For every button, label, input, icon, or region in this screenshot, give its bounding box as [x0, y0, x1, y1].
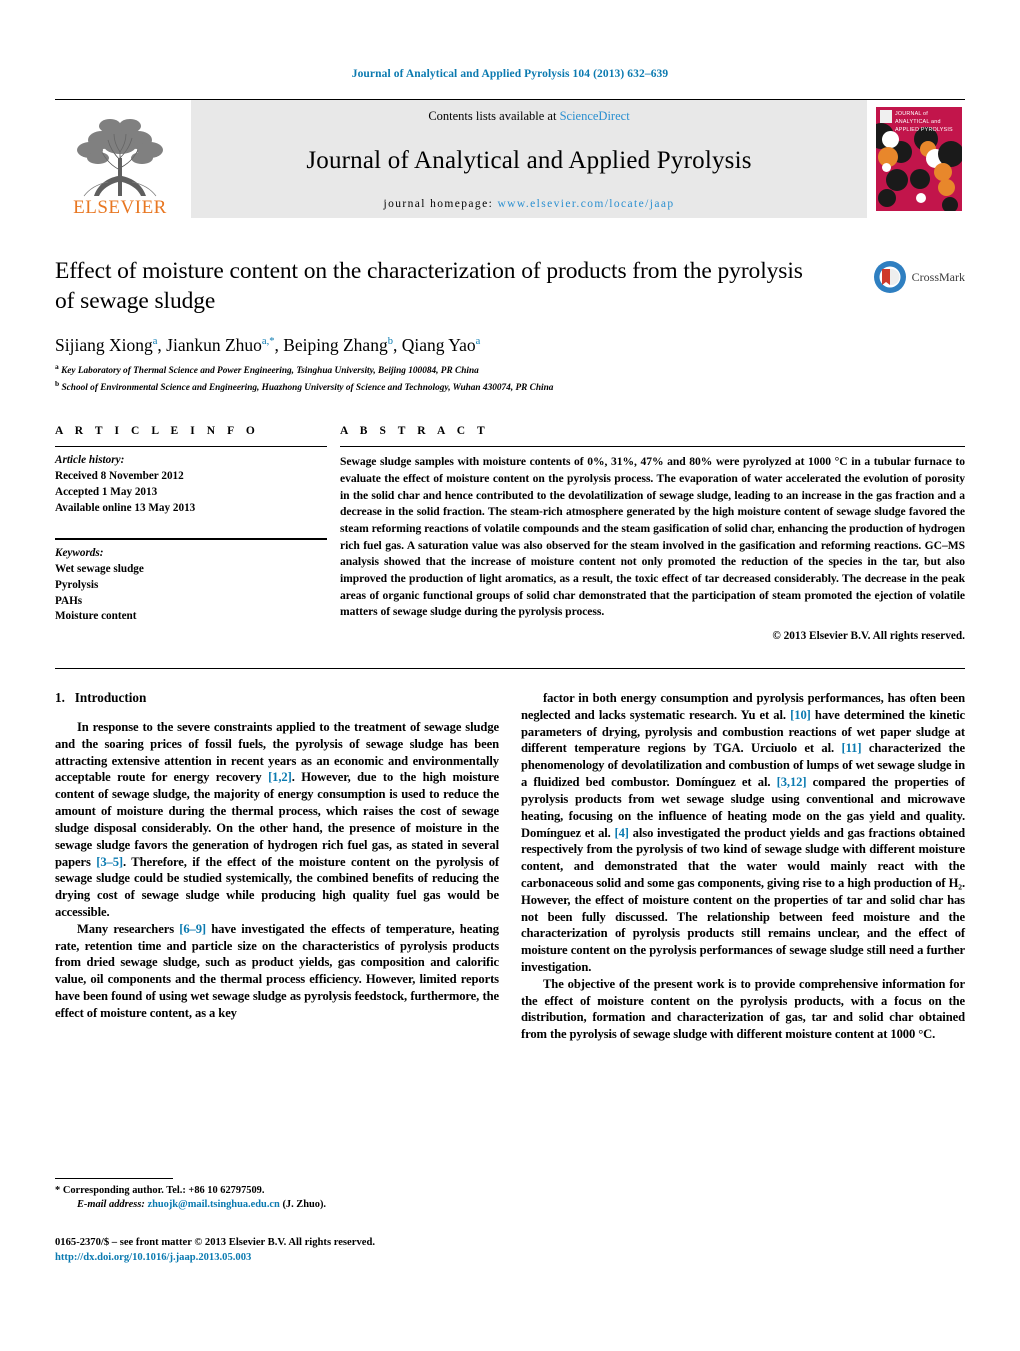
author-name: Sijiang Xiong: [55, 335, 153, 356]
article-history-item: Available online 13 May 2013: [55, 501, 196, 514]
doi-link[interactable]: http://dx.doi.org/10.1016/j.jaap.2013.05…: [55, 1250, 499, 1265]
corresponding-author-note: * Corresponding author. Tel.: +86 10 627…: [55, 1184, 499, 1198]
citation-link[interactable]: [3,12]: [777, 775, 807, 789]
keyword-item: Pyrolysis: [55, 578, 99, 591]
page-title: Effect of moisture content on the charac…: [55, 258, 803, 315]
citation-link[interactable]: [3–5]: [96, 855, 123, 869]
corresponding-marker: *: [55, 1185, 61, 1196]
keywords-label: Keywords:: [55, 546, 104, 559]
journal-masthead: ELSEVIER Contents lists available at Sci…: [55, 99, 965, 218]
article-info-heading: A R T I C L E I N F O: [55, 425, 260, 438]
affiliation-list: a Key Laboratory of Thermal Science and …: [55, 362, 965, 395]
contents-prefix: Contents lists available at: [428, 109, 560, 123]
author-name: Qiang Yao: [401, 335, 476, 356]
sciencedirect-link[interactable]: ScienceDirect: [560, 109, 630, 123]
affiliation-marker: a: [55, 362, 59, 372]
citation-link[interactable]: [4]: [615, 826, 629, 840]
cover-title-line1: JOURNAL of: [895, 111, 928, 117]
author-name: Jiankun Zhuo: [166, 335, 262, 356]
abstract-column: A B S T R A C T Sewage sludge samples wi…: [340, 425, 965, 642]
affiliation-item: a Key Laboratory of Thermal Science and …: [55, 362, 479, 377]
imprint-block: 0165-2370/$ – see front matter © 2013 El…: [55, 1235, 499, 1266]
footnote-rule: [55, 1178, 173, 1179]
abstract-copyright: © 2013 Elsevier B.V. All rights reserved…: [772, 630, 965, 643]
body-column-right: factor in both energy consumption and py…: [521, 690, 965, 1043]
elsevier-logo: ELSEVIER: [55, 100, 185, 218]
email-label: E-mail address:: [77, 1199, 145, 1211]
citation-link[interactable]: [10]: [790, 708, 811, 722]
article-history-items: Received 8 November 2012 Accepted 1 May 2…: [55, 469, 327, 517]
cover-title-line3: APPLIED PYROLYSIS: [895, 127, 953, 134]
article-history-item: Received 8 November 2012: [55, 470, 184, 483]
article-history-group: Article history: Received 8 November 201…: [55, 447, 327, 517]
author-affiliation-marker: b: [387, 336, 393, 348]
affiliation-marker: b: [55, 378, 60, 388]
body-separator-rule: [55, 668, 965, 670]
corresponding-text: Corresponding author. Tel.: +86 10 62797…: [62, 1185, 265, 1196]
crossmark-icon: [873, 261, 906, 293]
abstract-text: Sewage sludge samples with moisture cont…: [340, 455, 965, 619]
right-column-paragraphs: factor in both energy consumption and py…: [521, 690, 965, 1043]
elsevier-tree-icon: [77, 119, 163, 197]
body-paragraph: Many researchers [6–9] have investigated…: [55, 921, 499, 1020]
elsevier-wordmark: ELSEVIER: [73, 197, 167, 218]
body-column-left: 1. Introduction In response to the sever…: [55, 690, 499, 1043]
author-list: Sijiang Xionga, Jiankun Zhuoa,*, Beiping…: [55, 335, 481, 356]
body-columns: 1. Introduction In response to the sever…: [55, 690, 965, 1043]
author-affiliation-marker: a,*: [261, 336, 275, 348]
article-info-column: A R T I C L E I N F O Article history: R…: [55, 425, 327, 642]
journal-info-box: Contents lists available at ScienceDirec…: [191, 100, 867, 218]
homepage-prefix: journal homepage:: [383, 198, 498, 210]
section-number: 1.: [55, 690, 65, 706]
journal-cover-art: JOURNAL of ANALYTICAL and APPLIED PYROLY…: [876, 107, 962, 211]
author-affiliation-marker: a: [475, 336, 481, 348]
email-suffix: (J. Zhuo).: [282, 1199, 327, 1211]
crossmark-badge[interactable]: CrossMark: [873, 260, 965, 294]
email-link[interactable]: zhuojk@mail.tsinghua.edu.cn: [147, 1199, 279, 1210]
body-paragraph: The objective of the present work is to …: [521, 976, 965, 1042]
journal-homepage-link[interactable]: www.elsevier.com/locate/jaap: [497, 198, 674, 210]
author-name: Beiping Zhang: [283, 335, 388, 356]
keyword-item: PAHs: [55, 594, 83, 607]
article-history-item: Accepted 1 May 2013: [55, 485, 158, 498]
body-paragraph: In response to the severe constraints ap…: [55, 720, 499, 919]
keyword-item: Wet sewage sludge: [55, 562, 144, 575]
journal-title: Journal of Analytical and Applied Pyroly…: [306, 147, 752, 174]
keyword-items: Wet sewage sludge Pyrolysis PAHs Moisture c…: [55, 562, 327, 626]
body-paragraph: factor in both energy consumption and py…: [521, 691, 966, 975]
affiliation-item: b School of Environmental Science and En…: [55, 378, 554, 393]
issn-line: 0165-2370/$ – see front matter © 2013 El…: [55, 1236, 375, 1248]
keyword-item: Moisture content: [55, 610, 137, 623]
crossmark-label: CrossMark: [911, 269, 965, 284]
section-title: Introduction: [74, 690, 147, 706]
left-column-paragraphs: In response to the severe constraints ap…: [55, 719, 499, 1022]
title-block: Effect of moisture content on the charac…: [55, 256, 965, 395]
contents-available-line: Contents lists available at ScienceDirec…: [428, 109, 629, 124]
section-heading-introduction: 1. Introduction: [55, 690, 499, 706]
citation-link[interactable]: [11]: [842, 741, 862, 755]
footnote-block: * Corresponding author. Tel.: +86 10 627…: [55, 1178, 499, 1265]
running-head: Journal of Analytical and Applied Pyroly…: [351, 68, 669, 80]
journal-cover-thumbnail[interactable]: JOURNAL of ANALYTICAL and APPLIED PYROLY…: [873, 104, 965, 214]
keywords-group: Keywords: Wet sewage sludge Pyrolysis PAHs…: [55, 540, 327, 626]
info-abstract-region: A R T I C L E I N F O Article history: R…: [55, 425, 965, 642]
citation-link[interactable]: [1,2]: [268, 770, 292, 784]
article-history-label: Article history:: [55, 454, 125, 467]
article-page: Journal of Analytical and Applied Pyroly…: [0, 0, 1020, 1351]
email-note: E-mail address: zhuojk@mail.tsinghua.edu…: [55, 1198, 499, 1212]
abstract-heading: A B S T R A C T: [340, 425, 490, 438]
cover-title-line2: ANALYTICAL and: [895, 119, 941, 126]
author-affiliation-marker: a: [152, 336, 158, 348]
citation-link[interactable]: [6–9]: [179, 922, 206, 936]
journal-homepage-line: journal homepage: www.elsevier.com/locat…: [383, 198, 674, 210]
